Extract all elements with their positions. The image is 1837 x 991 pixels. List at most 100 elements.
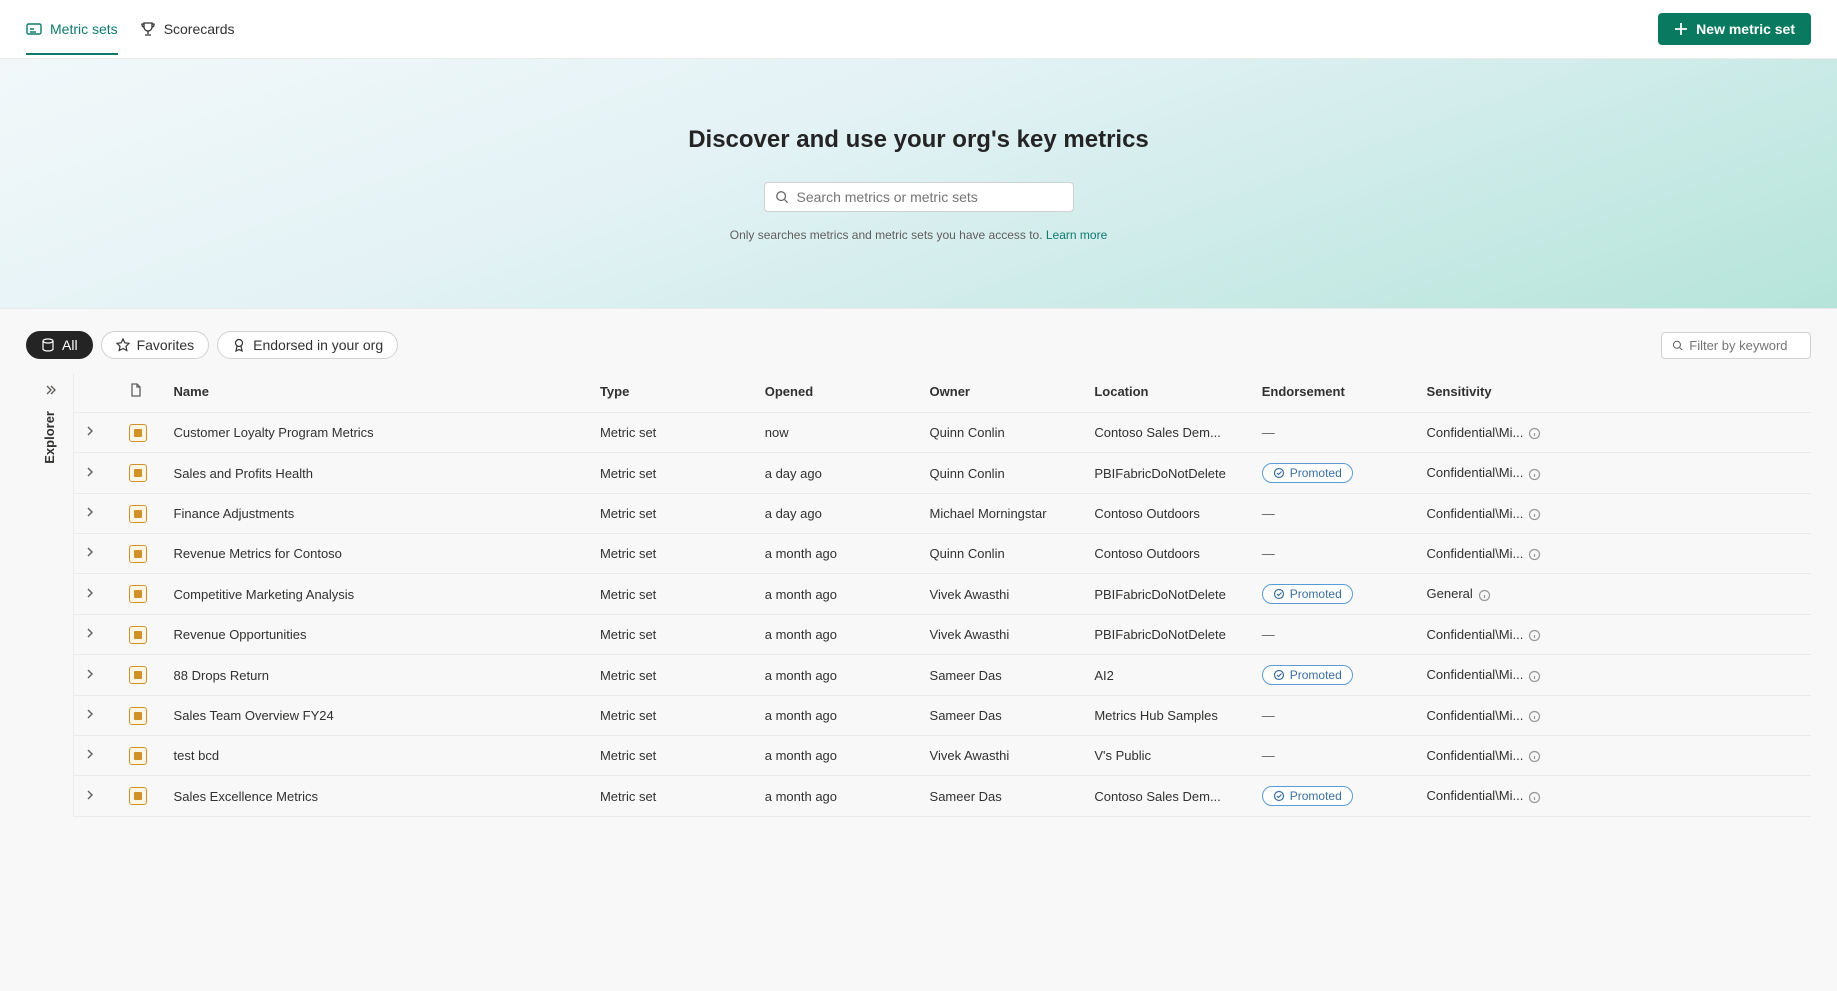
col-endorsement-header[interactable]: Endorsement (1254, 373, 1419, 413)
chevron-right-icon[interactable] (82, 625, 98, 641)
cell-opened: a month ago (757, 615, 922, 655)
chevron-right-icon[interactable] (82, 504, 98, 520)
table-row[interactable]: test bcd Metric set a month ago Vivek Aw… (74, 736, 1811, 776)
cell-location[interactable]: PBIFabricDoNotDelete (1086, 453, 1253, 494)
col-sensitivity-header[interactable]: Sensitivity (1419, 373, 1811, 413)
info-icon (1528, 508, 1541, 521)
search-input[interactable] (797, 189, 1063, 205)
table-row[interactable]: Revenue Opportunities Metric set a month… (74, 615, 1811, 655)
metric-sets-icon (26, 21, 42, 37)
sensitivity-value: General (1427, 586, 1473, 601)
info-icon (1528, 427, 1541, 440)
cell-name[interactable]: Customer Loyalty Program Metrics (166, 413, 592, 453)
search-box[interactable] (764, 182, 1074, 212)
new-metric-set-button[interactable]: New metric set (1658, 13, 1811, 45)
cell-owner[interactable]: Michael Morningstar (922, 494, 1087, 534)
cell-location[interactable]: Contoso Sales Dem... (1086, 776, 1253, 817)
chevron-right-icon[interactable] (82, 464, 98, 480)
table-row[interactable]: Finance Adjustments Metric set a day ago… (74, 494, 1811, 534)
endorsement-label: Promoted (1290, 789, 1342, 803)
cell-sensitivity: Confidential\Mi... (1419, 696, 1811, 736)
cell-sensitivity: Confidential\Mi... (1419, 776, 1811, 817)
plus-icon (1674, 22, 1688, 36)
chip-all[interactable]: All (26, 331, 93, 359)
top-tab-bar: Metric sets Scorecards New metric set (0, 0, 1837, 59)
cell-location[interactable]: Contoso Outdoors (1086, 534, 1253, 574)
filter-keyword-box[interactable] (1661, 332, 1811, 359)
chevron-right-icon[interactable] (82, 544, 98, 560)
cell-location[interactable]: Metrics Hub Samples (1086, 696, 1253, 736)
chevron-right-icon[interactable] (82, 585, 98, 601)
info-icon (1528, 791, 1541, 804)
table-row[interactable]: Sales and Profits Health Metric set a da… (74, 453, 1811, 494)
table-row[interactable]: Sales Excellence Metrics Metric set a mo… (74, 776, 1811, 817)
cell-name[interactable]: Sales Excellence Metrics (166, 776, 592, 817)
cell-sensitivity: Confidential\Mi... (1419, 453, 1811, 494)
chevron-right-icon[interactable] (82, 706, 98, 722)
sensitivity-value: Confidential\Mi... (1427, 465, 1524, 480)
tab-metric-sets-label: Metric sets (50, 21, 118, 37)
table-row[interactable]: Sales Team Overview FY24 Metric set a mo… (74, 696, 1811, 736)
col-opened-header[interactable]: Opened (757, 373, 922, 413)
tab-metric-sets[interactable]: Metric sets (26, 3, 118, 55)
cell-location[interactable]: AI2 (1086, 655, 1253, 696)
chip-endorsed[interactable]: Endorsed in your org (217, 331, 398, 359)
hero-banner: Discover and use your org's key metrics … (0, 59, 1837, 309)
metric-sets-table: Name Type Opened Owner Location Endorsem… (74, 373, 1811, 817)
cell-location[interactable]: PBIFabricDoNotDelete (1086, 615, 1253, 655)
cell-location[interactable]: PBIFabricDoNotDelete (1086, 574, 1253, 615)
cell-sensitivity: Confidential\Mi... (1419, 655, 1811, 696)
cell-name[interactable]: test bcd (166, 736, 592, 776)
expand-rail-icon[interactable] (43, 383, 57, 397)
chevron-right-icon[interactable] (82, 787, 98, 803)
cell-type: Metric set (592, 615, 757, 655)
chip-favorites[interactable]: Favorites (101, 331, 210, 359)
cell-sensitivity: General (1419, 574, 1811, 615)
cell-owner[interactable]: Vivek Awasthi (922, 615, 1087, 655)
tab-scorecards[interactable]: Scorecards (140, 3, 235, 55)
chevron-right-icon[interactable] (82, 746, 98, 762)
chevron-right-icon[interactable] (82, 423, 98, 439)
cell-name[interactable]: Revenue Opportunities (166, 615, 592, 655)
cell-owner[interactable]: Sameer Das (922, 776, 1087, 817)
table-row[interactable]: Customer Loyalty Program Metrics Metric … (74, 413, 1811, 453)
cell-endorsement: — (1254, 615, 1419, 655)
endorsement-none: — (1262, 546, 1275, 561)
metric-set-icon (129, 585, 147, 603)
cell-name[interactable]: 88 Drops Return (166, 655, 592, 696)
cell-owner[interactable]: Vivek Awasthi (922, 574, 1087, 615)
info-icon (1478, 589, 1491, 602)
col-location-header[interactable]: Location (1086, 373, 1253, 413)
filter-keyword-input[interactable] (1689, 338, 1800, 353)
table-row[interactable]: Competitive Marketing Analysis Metric se… (74, 574, 1811, 615)
cell-location[interactable]: Contoso Sales Dem... (1086, 413, 1253, 453)
endorsement-badge: Promoted (1262, 665, 1353, 685)
cell-owner[interactable]: Sameer Das (922, 696, 1087, 736)
table-row[interactable]: 88 Drops Return Metric set a month ago S… (74, 655, 1811, 696)
col-owner-header[interactable]: Owner (922, 373, 1087, 413)
cell-location[interactable]: Contoso Outdoors (1086, 494, 1253, 534)
cell-name[interactable]: Competitive Marketing Analysis (166, 574, 592, 615)
content-area: Explorer Name Type Opened Owner Location… (0, 373, 1837, 817)
col-type-header[interactable]: Type (592, 373, 757, 413)
cell-owner[interactable]: Sameer Das (922, 655, 1087, 696)
cell-name[interactable]: Finance Adjustments (166, 494, 592, 534)
learn-more-link[interactable]: Learn more (1046, 228, 1107, 242)
cell-name[interactable]: Sales and Profits Health (166, 453, 592, 494)
table-row[interactable]: Revenue Metrics for Contoso Metric set a… (74, 534, 1811, 574)
info-icon (1528, 468, 1541, 481)
cell-owner[interactable]: Quinn Conlin (922, 453, 1087, 494)
sensitivity-value: Confidential\Mi... (1427, 748, 1524, 763)
col-name-header[interactable]: Name (166, 373, 592, 413)
cell-owner[interactable]: Quinn Conlin (922, 534, 1087, 574)
cell-location[interactable]: V's Public (1086, 736, 1253, 776)
info-icon (1528, 710, 1541, 723)
cell-name[interactable]: Revenue Metrics for Contoso (166, 534, 592, 574)
cell-owner[interactable]: Vivek Awasthi (922, 736, 1087, 776)
metric-set-icon (129, 787, 147, 805)
chevron-right-icon[interactable] (82, 666, 98, 682)
cell-opened: now (757, 413, 922, 453)
cell-owner[interactable]: Quinn Conlin (922, 413, 1087, 453)
metric-set-icon (129, 545, 147, 563)
cell-name[interactable]: Sales Team Overview FY24 (166, 696, 592, 736)
